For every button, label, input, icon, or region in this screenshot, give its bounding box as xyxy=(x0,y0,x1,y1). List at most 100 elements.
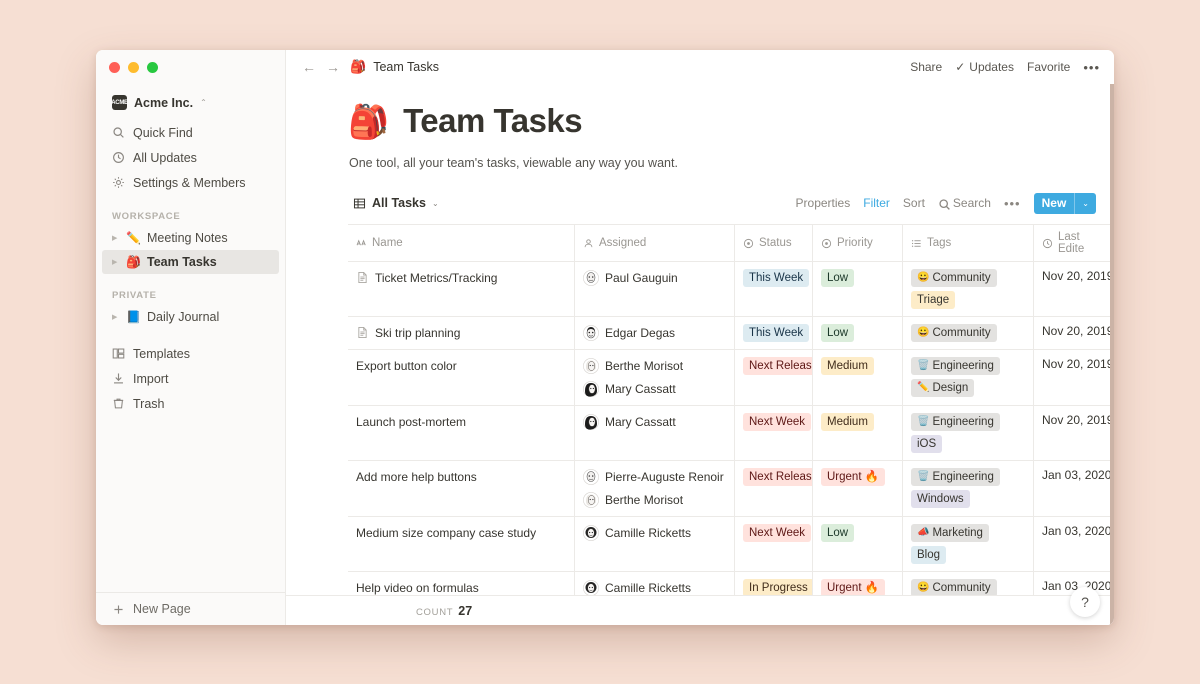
cell-priority[interactable]: Low xyxy=(813,517,903,571)
sidebar-page-meeting-notes[interactable]: ▶ ✏️ Meeting Notes xyxy=(102,226,279,250)
cell-tags[interactable]: 🗑️ Engineering Windows xyxy=(903,461,1034,516)
cell-assigned[interactable]: Edgar Degas xyxy=(575,317,735,349)
column-header-name[interactable]: Name xyxy=(348,225,575,261)
minimize-window-button[interactable] xyxy=(128,62,139,73)
new-page-button[interactable]: New Page xyxy=(96,592,285,625)
cell-name[interactable]: Export button color xyxy=(348,350,575,405)
column-header-priority[interactable]: Priority xyxy=(813,225,903,261)
view-tab-all-tasks[interactable]: All Tasks ⌄ xyxy=(349,194,443,212)
column-header-label: Status xyxy=(759,237,792,249)
sort-button[interactable]: Sort xyxy=(903,196,925,210)
more-options-icon[interactable]: ••• xyxy=(1083,60,1100,75)
cell-status[interactable]: This Week xyxy=(735,262,813,316)
table-row[interactable]: Medium size company case study Camille Ri… xyxy=(348,517,1114,572)
cell-tags[interactable]: 📣 Marketing Blog xyxy=(903,517,1034,571)
horizontal-scroll-edge[interactable] xyxy=(1110,84,1114,625)
cell-last-edited[interactable]: Nov 20, 2019 xyxy=(1034,317,1114,349)
cell-priority[interactable]: Medium xyxy=(813,406,903,460)
cell-name[interactable]: Ski trip planning xyxy=(348,317,575,349)
cell-last-edited[interactable]: Nov 20, 2019 xyxy=(1034,262,1114,316)
cell-tags[interactable]: 🗑️ Engineering ✏️ Design xyxy=(903,350,1034,405)
search-button[interactable]: Search xyxy=(938,196,991,210)
cell-last-edited[interactable]: Jan 03, 2020 xyxy=(1034,461,1114,516)
table-row[interactable]: Export button color Berthe Morisot Mary Ca… xyxy=(348,350,1114,406)
assignee-name: Pierre-Auguste Renoir xyxy=(605,470,724,484)
cell-assigned[interactable]: Pierre-Auguste Renoir Berthe Morisot xyxy=(575,461,735,516)
table-row[interactable]: Ticket Metrics/Tracking Paul Gauguin This … xyxy=(348,262,1114,317)
cell-status[interactable]: This Week xyxy=(735,317,813,349)
count-label: COUNT xyxy=(416,606,454,618)
cell-last-edited[interactable]: Nov 20, 2019 xyxy=(1034,406,1114,460)
last-edited-date: Jan 03, 2020 xyxy=(1042,524,1112,538)
cell-assigned[interactable]: Paul Gauguin xyxy=(575,262,735,316)
cell-name[interactable]: Launch post-mortem xyxy=(348,406,575,460)
count-summary[interactable]: COUNT 27 xyxy=(416,604,472,618)
cell-status[interactable]: Next Week xyxy=(735,517,813,571)
window-traffic-lights xyxy=(96,50,285,73)
tag-emoji-icon: 📣 xyxy=(917,527,930,538)
cell-tags[interactable]: 😀 Community xyxy=(903,317,1034,349)
new-record-button[interactable]: New ⌄ xyxy=(1033,192,1096,214)
table-row[interactable]: Add more help buttons Pierre-Auguste Reno… xyxy=(348,461,1114,517)
column-header-tags[interactable]: Tags xyxy=(903,225,1034,261)
cell-assigned[interactable]: Camille Ricketts xyxy=(575,517,735,571)
cell-last-edited[interactable]: Nov 20, 2019 xyxy=(1034,350,1114,405)
back-arrow-icon[interactable]: ← xyxy=(302,60,316,74)
help-button[interactable]: ? xyxy=(1070,587,1100,617)
column-header-status[interactable]: Status xyxy=(735,225,813,261)
column-header-assigned[interactable]: Assigned xyxy=(575,225,735,261)
sidebar-item-settings-members[interactable]: Settings & Members xyxy=(102,170,279,195)
tag-label: Engineering xyxy=(932,360,994,372)
sidebar-item-trash[interactable]: Trash xyxy=(102,391,279,416)
view-more-icon[interactable]: ••• xyxy=(1004,196,1021,211)
cell-priority[interactable]: Urgent 🔥 xyxy=(813,461,903,516)
cell-status[interactable]: Next Week xyxy=(735,406,813,460)
cell-assigned[interactable]: Mary Cassatt xyxy=(575,406,735,460)
chevron-right-icon[interactable]: ▶ xyxy=(112,234,120,242)
share-button[interactable]: Share xyxy=(910,60,942,74)
filter-button[interactable]: Filter xyxy=(863,196,890,210)
cell-name[interactable]: Medium size company case study xyxy=(348,517,575,571)
sidebar-item-all-updates[interactable]: All Updates xyxy=(102,145,279,170)
sidebar-item-templates[interactable]: Templates xyxy=(102,341,279,366)
table-row[interactable]: Launch post-mortem Mary Cassatt Next Week M… xyxy=(348,406,1114,461)
column-header-last-edite[interactable]: Last Edite xyxy=(1034,225,1114,261)
page-title[interactable]: Team Tasks xyxy=(403,102,583,140)
page-description[interactable]: One tool, all your team's tasks, viewabl… xyxy=(349,156,1114,170)
close-window-button[interactable] xyxy=(109,62,120,73)
chevron-right-icon[interactable]: ▶ xyxy=(112,258,120,266)
cell-tags[interactable]: 🗑️ Engineering iOS xyxy=(903,406,1034,460)
cell-priority[interactable]: Medium xyxy=(813,350,903,405)
sidebar-page-daily-journal[interactable]: ▶ 📘 Daily Journal xyxy=(102,305,279,329)
cell-status[interactable]: Next Release xyxy=(735,461,813,516)
updates-button[interactable]: ✓ Updates xyxy=(955,60,1014,74)
forward-arrow-icon[interactable]: → xyxy=(326,60,340,74)
workspace-switcher[interactable]: ACME Acme Inc. ⌃ xyxy=(102,91,279,114)
backpack-icon: 🎒 xyxy=(348,102,390,140)
tag-badge: 📣Marketing xyxy=(911,524,989,542)
breadcrumb[interactable]: 🎒 Team Tasks xyxy=(350,59,439,75)
chevron-down-icon[interactable]: ⌄ xyxy=(1075,199,1096,208)
sidebar-page-team-tasks[interactable]: ▶ 🎒 Team Tasks xyxy=(102,250,279,274)
tag-label: Windows xyxy=(917,493,964,505)
chevron-right-icon[interactable]: ▶ xyxy=(112,313,120,321)
cell-name[interactable]: Ticket Metrics/Tracking xyxy=(348,262,575,316)
assignee-name: Mary Cassatt xyxy=(605,382,676,396)
table-row[interactable]: Ski trip planning Edgar Degas This Week Low… xyxy=(348,317,1114,350)
sidebar-item-import[interactable]: Import xyxy=(102,366,279,391)
sidebar-item-quick-find[interactable]: Quick Find xyxy=(102,120,279,145)
zoom-window-button[interactable] xyxy=(147,62,158,73)
backpack-icon: 🎒 xyxy=(350,59,367,74)
sidebar-item-label: Trash xyxy=(133,396,165,411)
cell-assigned[interactable]: Berthe Morisot Mary Cassatt xyxy=(575,350,735,405)
cell-priority[interactable]: Low xyxy=(813,262,903,316)
avatar xyxy=(583,358,599,374)
cell-last-edited[interactable]: Jan 03, 2020 xyxy=(1034,517,1114,571)
cell-status[interactable]: Next Release xyxy=(735,350,813,405)
favorite-button[interactable]: Favorite xyxy=(1027,60,1070,74)
cell-tags[interactable]: 😀 Community Triage xyxy=(903,262,1034,316)
sidebar-page-label: Daily Journal xyxy=(147,310,220,324)
properties-button[interactable]: Properties xyxy=(796,196,851,210)
cell-priority[interactable]: Low xyxy=(813,317,903,349)
cell-name[interactable]: Add more help buttons xyxy=(348,461,575,516)
